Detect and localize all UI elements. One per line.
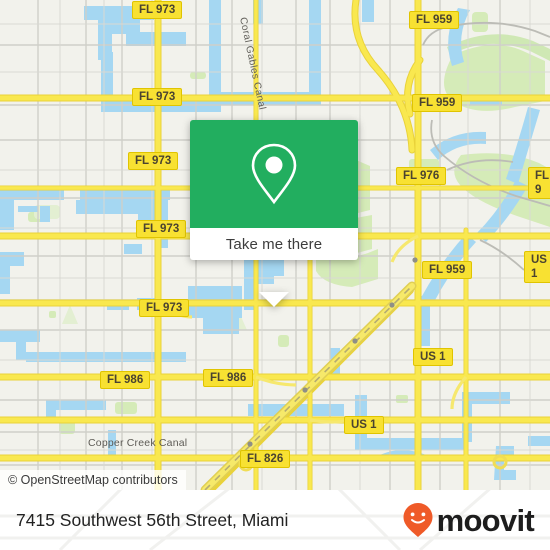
moovit-logo[interactable]: moovit	[402, 502, 535, 538]
route-shield: FL 973	[136, 220, 187, 238]
map-place-label: Copper Creek Canal	[88, 437, 187, 449]
popup-tail	[259, 292, 289, 307]
route-shield: FL 973	[132, 88, 183, 106]
moovit-pin-icon	[403, 503, 433, 537]
route-shield: FL 973	[139, 299, 190, 317]
route-shield: FL 986	[100, 371, 151, 389]
route-shield: US 1	[524, 251, 550, 283]
footer-bar: 7415 Southwest 56th Street, Miami moovit	[0, 490, 550, 550]
route-shield: FL 973	[132, 1, 183, 19]
route-shield: FL 959	[422, 261, 473, 279]
address-label: 7415 Southwest 56th Street, Miami	[16, 509, 289, 530]
moovit-wordmark: moovit	[436, 502, 535, 538]
route-shield: US 1	[344, 416, 384, 434]
route-shield: US 1	[413, 348, 453, 366]
popup-cta[interactable]: Take me there	[190, 228, 358, 260]
route-shield: FL 959	[409, 11, 460, 29]
popup-image-area	[190, 120, 358, 228]
route-shield: FL 959	[412, 94, 463, 112]
map-pin-icon	[251, 143, 297, 205]
route-shield: FL 826	[240, 450, 291, 468]
popup-cta-label: Take me there	[225, 235, 323, 253]
moovit-map-screenshot: Coral Gables Canal Copper Creek Canal FL…	[0, 0, 550, 550]
osm-attribution[interactable]: © OpenStreetMap contributors	[0, 470, 186, 490]
route-shield: FL 9	[528, 167, 550, 199]
route-shield: FL 986	[203, 369, 254, 387]
route-shield: FL 973	[128, 152, 179, 170]
destination-popup[interactable]: Take me there	[190, 120, 358, 307]
route-shield: FL 976	[396, 167, 447, 185]
